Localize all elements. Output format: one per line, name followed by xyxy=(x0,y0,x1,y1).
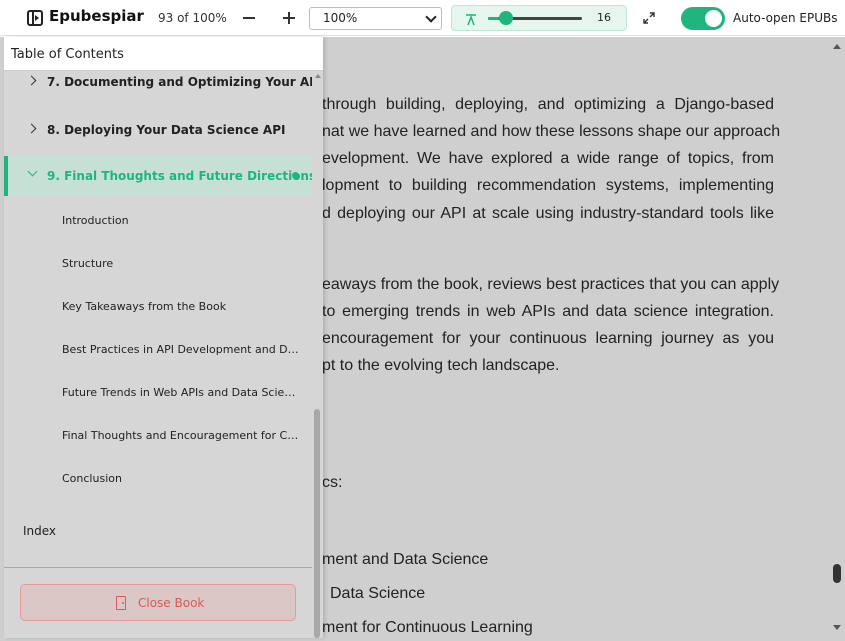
auto-open-toggle[interactable] xyxy=(681,7,725,30)
reader-line: pt to the evolving tech landscape. xyxy=(322,357,560,374)
reader-line: ment for Continuous Learning xyxy=(322,619,533,636)
reader-line: Data Science xyxy=(330,585,426,602)
chevron-right-icon xyxy=(26,75,37,86)
toc-item-chapter-7[interactable]: 7. Documenting and Optimizing Your API xyxy=(4,62,322,102)
fullscreen-icon[interactable] xyxy=(640,9,658,27)
scroll-down-icon[interactable] xyxy=(833,625,841,630)
toc-subitem-conclusion[interactable]: Conclusion xyxy=(62,472,302,485)
slider-fill xyxy=(488,17,500,20)
toc-subitem-structure[interactable]: Structure xyxy=(62,257,302,270)
reader-line: d deploying our API at scale using indus… xyxy=(322,205,774,222)
toggle-knob xyxy=(705,10,722,27)
reader-line: encouragement for your continuous learni… xyxy=(322,330,774,347)
reader-line: eaways from the book, reviews best pract… xyxy=(322,276,780,293)
current-chapter-dot-icon xyxy=(292,172,299,179)
toc-item-label: 7. Documenting and Optimizing Your API xyxy=(47,75,323,89)
toc-header-title: Table of Contents xyxy=(11,47,124,62)
reader-line: through building, deploying, and optimiz… xyxy=(322,96,774,113)
toc-item-label: 8. Deploying Your Data Science API xyxy=(47,123,286,137)
font-size-value: 16 xyxy=(597,11,611,24)
scroll-up-icon[interactable] xyxy=(315,74,321,78)
door-icon xyxy=(116,596,126,610)
toc-item-index[interactable]: Index xyxy=(23,524,56,538)
reader-scrollbar[interactable] xyxy=(828,37,845,641)
reader-line: evelopment. We have explored a wide rang… xyxy=(322,150,774,167)
zoom-select-value: 100% xyxy=(323,11,358,25)
toc-subitem-best-practices[interactable]: Best Practices in API Development and Da… xyxy=(62,343,302,356)
page-progress: 93 of 100% xyxy=(158,11,227,25)
toc-subitem-final-thoughts[interactable]: Final Thoughts and Encouragement for Co.… xyxy=(62,429,302,442)
reader-line: cs: xyxy=(322,474,343,491)
reader-line: to emerging trends in web APIs and data … xyxy=(322,303,774,320)
slider-handle[interactable] xyxy=(499,11,513,25)
toc-item-chapter-9[interactable]: 9. Final Thoughts and Future Directions xyxy=(4,156,316,196)
chevron-right-icon xyxy=(26,123,37,134)
close-book-label: Close Book xyxy=(138,596,205,610)
scroll-up-icon[interactable] xyxy=(833,44,841,49)
reader-scroll-thumb[interactable] xyxy=(833,564,841,583)
toc-item-chapter-8[interactable]: 8. Deploying Your Data Science API xyxy=(4,110,312,150)
reader-line: nat we have learned and how these lesson… xyxy=(322,123,781,140)
toc-sidebar: Table of Contents 7. Documenting and Opt… xyxy=(4,37,323,638)
auto-open-label: Auto-open EPUBs xyxy=(733,11,838,25)
chevron-down-icon xyxy=(425,11,437,23)
chevron-down-icon xyxy=(27,166,38,177)
reader-line: ment and Data Science xyxy=(322,551,489,568)
zoom-select[interactable]: 100% xyxy=(309,7,442,30)
toc-item-label: 9. Final Thoughts and Future Directions xyxy=(47,169,317,183)
sidebar-divider xyxy=(4,567,312,568)
zoom-in-button[interactable] xyxy=(280,9,298,27)
zoom-out-button[interactable] xyxy=(240,9,258,27)
sidebar-toggle-icon[interactable] xyxy=(27,10,43,26)
toolbar: Epubespiar 93 of 100% 100% 16 Auto-open … xyxy=(0,0,845,36)
toc-subitem-key-takeaways[interactable]: Key Takeaways from the Book xyxy=(62,300,302,313)
toc-subitem-introduction[interactable]: Introduction xyxy=(62,214,302,227)
font-size-icon xyxy=(465,11,477,26)
toc-scrollbar[interactable] xyxy=(312,71,323,638)
reader-line: lopment to building recommendation syste… xyxy=(322,177,774,194)
app-title: Epubespiar xyxy=(49,7,144,25)
close-book-button[interactable]: Close Book xyxy=(20,584,296,621)
toc-subitem-future-trends[interactable]: Future Trends in Web APIs and Data Scien… xyxy=(62,386,302,399)
toc-scroll-thumb[interactable] xyxy=(314,409,320,638)
